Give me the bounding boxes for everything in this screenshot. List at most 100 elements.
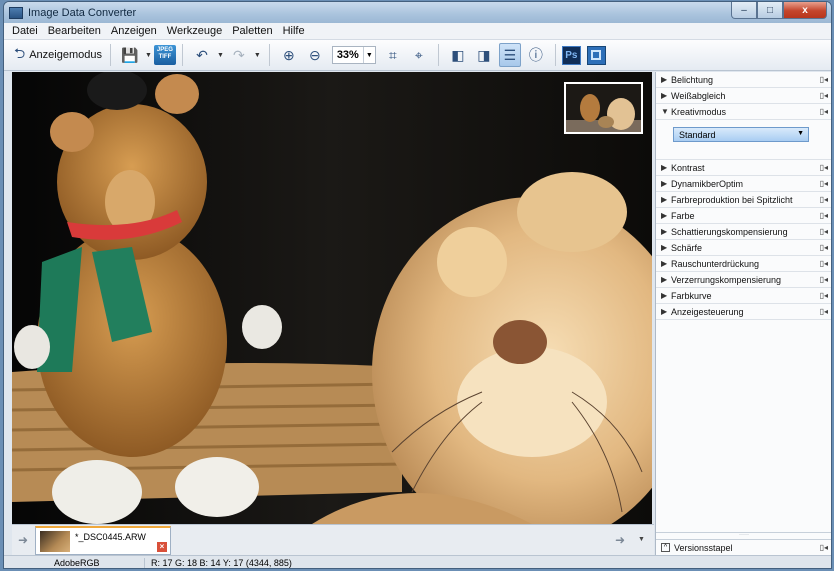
minimize-button[interactable]: – (731, 2, 757, 19)
expand-arrow-icon: ▶ (661, 211, 668, 220)
menu-hilfe[interactable]: Hilfe (278, 25, 310, 37)
fit-window-icon: ⌗ (388, 46, 397, 63)
palette-item-label: Versionsstapel (674, 542, 733, 553)
display-mode-button[interactable]: ⮌ Anzeigemodus (14, 43, 102, 67)
zoom-out-button[interactable]: ⊖ (304, 43, 326, 67)
preview-photo (12, 72, 652, 524)
pin-icon[interactable]: ▯◂ (820, 91, 828, 100)
redo-icon: ↷ (233, 46, 245, 63)
palette-item-color[interactable]: ▶ Farbe ▯◂ (656, 208, 831, 224)
crosshair-button[interactable]: ⌖ (408, 43, 430, 67)
open-viewer-button[interactable] (586, 45, 606, 65)
palette-item-noise-reduction[interactable]: ▶ Rauschunterdrückung ▯◂ (656, 256, 831, 272)
thumbnail-filename: *_DSC0445.ARW (75, 532, 146, 542)
adjustment-view-button[interactable]: ☰ (498, 43, 521, 67)
expand-arrow-icon: ▶ (661, 91, 668, 100)
pin-icon[interactable]: ▯◂ (820, 211, 828, 220)
pin-icon[interactable]: ▯◂ (820, 259, 828, 268)
zoom-in-icon: ⊕ (282, 46, 295, 63)
jpeg-tiff-button[interactable]: JPEG TIFF (153, 45, 176, 65)
palette-item-label: Weißabgleich (671, 90, 726, 101)
chevron-down-icon[interactable]: ▼ (638, 536, 645, 543)
palette-item-label: Anzeigesteuerung (671, 306, 744, 317)
palette-item-sharpness[interactable]: ▶ Schärfe ▯◂ (656, 240, 831, 256)
status-bar: AdobeRGB R: 17 G: 18 B: 14 Y: 17 (4344, … (4, 555, 831, 568)
floppy-disk-icon: 💾 (121, 46, 139, 63)
thumbnail-image (40, 531, 70, 552)
navigator-thumbnail[interactable] (564, 82, 643, 134)
pin-icon[interactable]: ▯◂ (820, 307, 828, 316)
palette-item-label: Farbreproduktion bei Spitzlicht (671, 194, 793, 205)
photoshop-button[interactable]: Ps (561, 45, 581, 65)
palette-item-display-control[interactable]: ▶ Anzeigesteuerung ▯◂ (656, 304, 831, 320)
palette-resize-grip[interactable]: ····· (656, 532, 831, 539)
creative-mode-panel: Standard ▼ (656, 120, 831, 160)
sliders-icon: ☰ (503, 46, 517, 63)
pin-icon[interactable]: ▯◂ (820, 107, 828, 116)
filmstrip: ➜ *_DSC0445.ARW × ➜ ▼ (12, 524, 654, 555)
adjustment-palette: ▶ Belichtung ▯◂ ▶ Weißabgleich ▯◂ ▼ Krea… (655, 72, 831, 568)
pin-icon[interactable]: ▯◂ (820, 275, 828, 284)
menu-anzeigen[interactable]: Anzeigen (106, 25, 162, 37)
palette-item-white-balance[interactable]: ▶ Weißabgleich ▯◂ (656, 88, 831, 104)
palette-item-shading[interactable]: ▶ Schattierungskompensierung ▯◂ (656, 224, 831, 240)
zoom-select[interactable]: 33% ▼ (331, 46, 376, 64)
undo-dropdown-arrow[interactable]: ▼ (217, 52, 224, 59)
palette-item-label: DynamikberOptim (671, 178, 744, 189)
menu-bearbeiten[interactable]: Bearbeiten (43, 25, 106, 37)
filmstrip-thumbnail[interactable]: *_DSC0445.ARW × (35, 526, 171, 555)
navigator-photo (566, 84, 641, 132)
palette-item-tone-curve[interactable]: ▶ Farbkurve ▯◂ (656, 288, 831, 304)
palette-item-label: Kreativmodus (671, 106, 727, 117)
pin-icon[interactable]: ▯◂ (820, 291, 828, 300)
palette-item-label: Belichtung (671, 74, 714, 85)
maximize-button[interactable]: □ (757, 2, 783, 19)
save-button[interactable]: 💾 (119, 43, 141, 67)
redo-dropdown-arrow[interactable]: ▼ (254, 52, 261, 59)
crosshair-icon: ⌖ (414, 46, 423, 63)
image-preview[interactable] (12, 72, 652, 524)
creative-mode-value: Standard (679, 129, 716, 140)
pin-icon[interactable]: ▯◂ (820, 179, 828, 188)
palette-item-highlight-color[interactable]: ▶ Farbreproduktion bei Spitzlicht ▯◂ (656, 192, 831, 208)
rotate-right-button[interactable]: ◨ (473, 43, 495, 67)
palette-item-label: Farbkurve (671, 290, 712, 301)
arrow-right-icon[interactable]: ➜ (615, 533, 625, 547)
pin-icon[interactable]: ▯◂ (820, 543, 828, 552)
pin-icon[interactable]: ▯◂ (820, 75, 828, 84)
window-controls: – □ x (731, 2, 827, 19)
pin-icon[interactable]: ▯◂ (820, 227, 828, 236)
expand-arrow-icon: ▶ (661, 291, 668, 300)
palette-item-creative-mode[interactable]: ▼ Kreativmodus ▯◂ (656, 104, 831, 120)
expand-arrow-icon: ▶ (661, 227, 668, 236)
creative-mode-select[interactable]: Standard ▼ (673, 127, 809, 142)
palette-item-exposure[interactable]: ▶ Belichtung ▯◂ (656, 72, 831, 88)
redo-button[interactable]: ↷ (228, 43, 250, 67)
palette-item-distortion[interactable]: ▶ Verzerrungskompensierung ▯◂ (656, 272, 831, 288)
display-mode-label: Anzeigemodus (29, 49, 102, 61)
chevron-down-icon[interactable]: ▼ (362, 47, 375, 63)
pixel-info: R: 17 G: 18 B: 14 Y: 17 (4344, 885) (144, 558, 292, 568)
close-button[interactable]: x (783, 2, 827, 19)
info-button[interactable]: ⓘ (525, 43, 547, 67)
pin-icon[interactable]: ▯◂ (820, 243, 828, 252)
zoom-in-button[interactable]: ⊕ (278, 43, 300, 67)
undo-button[interactable]: ↶ (191, 43, 213, 67)
toolbar-separator (554, 44, 556, 66)
menu-datei[interactable]: Datei (7, 25, 43, 37)
menu-paletten[interactable]: Paletten (227, 25, 277, 37)
palette-item-version-stack[interactable]: ^ Versionsstapel ▯◂ (656, 539, 831, 556)
palette-item-dro[interactable]: ▶ DynamikberOptim ▯◂ (656, 176, 831, 192)
close-icon[interactable]: × (157, 542, 167, 552)
arrow-left-icon[interactable]: ➜ (18, 533, 28, 547)
palette-item-contrast[interactable]: ▶ Kontrast ▯◂ (656, 160, 831, 176)
pin-icon[interactable]: ▯◂ (820, 195, 828, 204)
save-dropdown-arrow[interactable]: ▼ (145, 52, 152, 59)
rotate-left-button[interactable]: ◧ (447, 43, 469, 67)
pin-icon[interactable]: ▯◂ (820, 163, 828, 172)
menu-werkzeuge[interactable]: Werkzeuge (162, 25, 227, 37)
palette-item-label: Schattierungskompensierung (671, 226, 788, 237)
fit-to-window-button[interactable]: ⌗ (382, 43, 404, 67)
expand-arrow-icon: ▶ (661, 75, 668, 84)
title-bar: Image Data Converter – □ x (4, 2, 831, 23)
